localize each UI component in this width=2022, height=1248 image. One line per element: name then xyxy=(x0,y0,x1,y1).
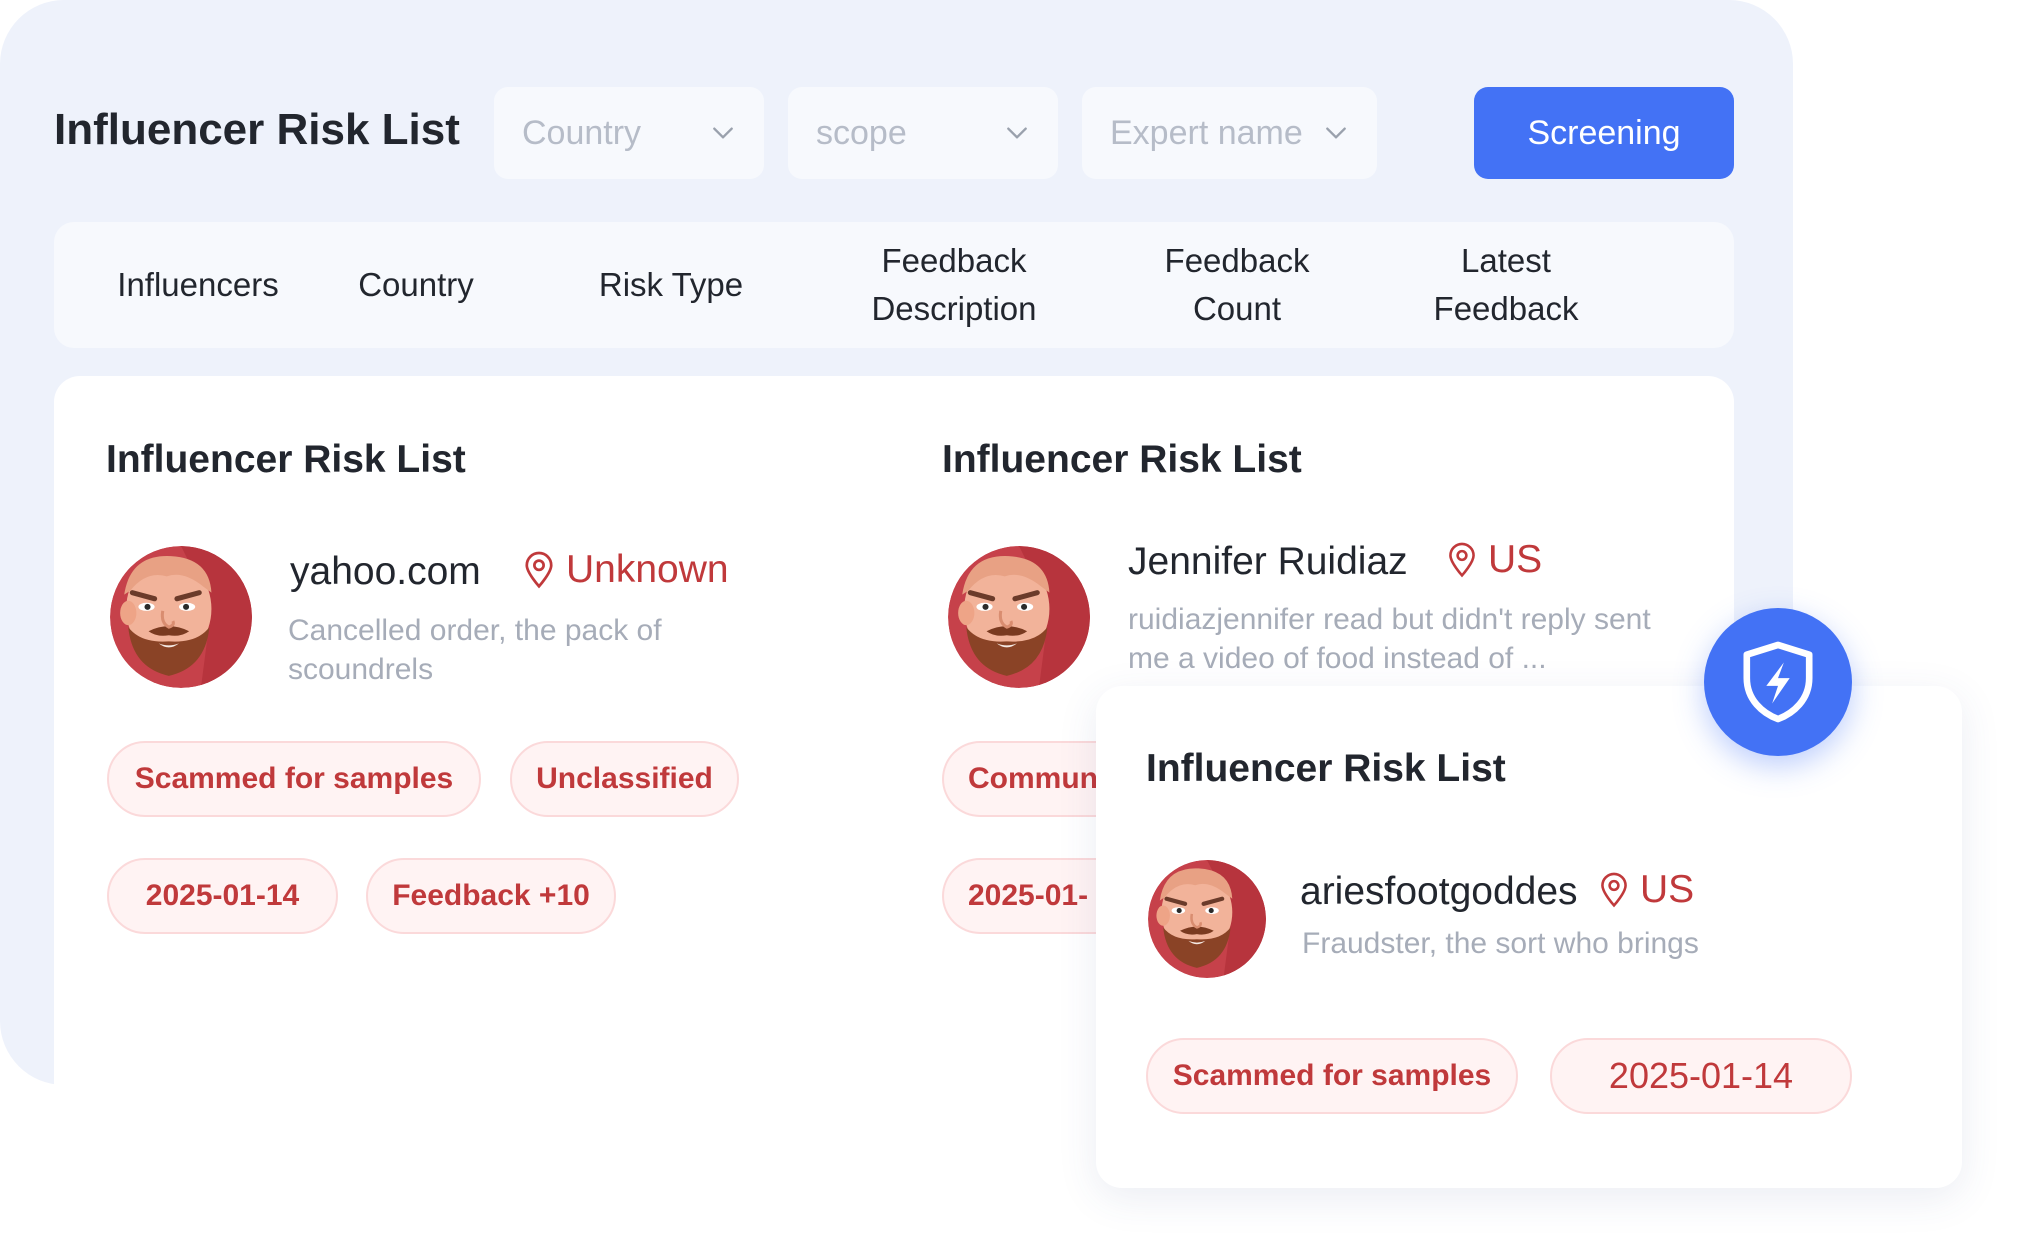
chevron-down-icon xyxy=(713,127,733,139)
country-select[interactable]: Country xyxy=(494,87,764,179)
map-pin-icon xyxy=(525,551,553,589)
date-tag[interactable]: 2025-01-14 xyxy=(107,858,338,934)
location: US xyxy=(1598,868,1694,912)
date-tag[interactable]: 2025-01- xyxy=(942,858,1102,934)
avatar xyxy=(110,546,252,688)
risk-description: ruidiazjennifer read but didn't reply se… xyxy=(1128,603,1651,675)
risk-type-tag[interactable]: Scammed for samples xyxy=(1146,1038,1518,1114)
card-title: Influencer Risk List xyxy=(106,438,466,481)
shield-lightning-icon xyxy=(1743,641,1813,723)
risk-description: Fraudster, the sort who brings xyxy=(1302,927,1699,960)
page-title: Influencer Risk List xyxy=(54,105,460,154)
date-tag[interactable]: 2025-01-14 xyxy=(1550,1038,1852,1114)
influencer-name[interactable]: yahoo.com xyxy=(290,550,481,594)
risk-type-tag[interactable]: Commun xyxy=(942,741,1122,817)
expert-name-select-placeholder: Expert name xyxy=(1110,113,1303,152)
scope-select[interactable]: scope xyxy=(788,87,1058,179)
location: Unknown xyxy=(522,548,729,592)
column-header-feedback-description[interactable]: Feedback Description xyxy=(834,222,1074,348)
influencer-name[interactable]: Jennifer Ruidiaz xyxy=(1128,540,1408,584)
location: US xyxy=(1446,538,1542,582)
column-header-risk-type[interactable]: Risk Type xyxy=(560,222,782,348)
screening-button[interactable]: Screening xyxy=(1474,87,1734,179)
popup-title: Influencer Risk List xyxy=(1146,747,1506,790)
location-text: US xyxy=(1488,538,1543,581)
location-text: US xyxy=(1640,868,1695,911)
map-pin-icon xyxy=(1449,542,1475,578)
expert-name-select[interactable]: Expert name xyxy=(1082,87,1377,179)
avatar xyxy=(1148,860,1266,978)
influencer-name[interactable]: ariesfootgoddes xyxy=(1300,870,1578,914)
chevron-down-icon xyxy=(1007,127,1027,139)
chevron-down-icon xyxy=(1326,127,1346,139)
column-header-latest-feedback[interactable]: Latest Feedback xyxy=(1396,222,1616,348)
map-pin-icon xyxy=(1601,872,1627,908)
risk-description: Cancelled order, the pack of scoundrels xyxy=(288,614,662,686)
country-select-placeholder: Country xyxy=(522,113,642,152)
column-header-feedback-count[interactable]: Feedback Count xyxy=(1124,222,1350,348)
scope-select-placeholder: scope xyxy=(816,113,907,152)
column-header-influencers[interactable]: Influencers xyxy=(98,222,298,348)
location-text: Unknown xyxy=(566,548,729,591)
classification-tag[interactable]: Unclassified xyxy=(510,741,739,817)
card-title: Influencer Risk List xyxy=(942,438,1302,481)
column-header-country[interactable]: Country xyxy=(330,222,502,348)
feedback-count-tag[interactable]: Feedback +10 xyxy=(366,858,616,934)
risk-type-tag[interactable]: Scammed for samples xyxy=(107,741,481,817)
shield-badge xyxy=(1704,608,1852,756)
avatar xyxy=(948,546,1090,688)
